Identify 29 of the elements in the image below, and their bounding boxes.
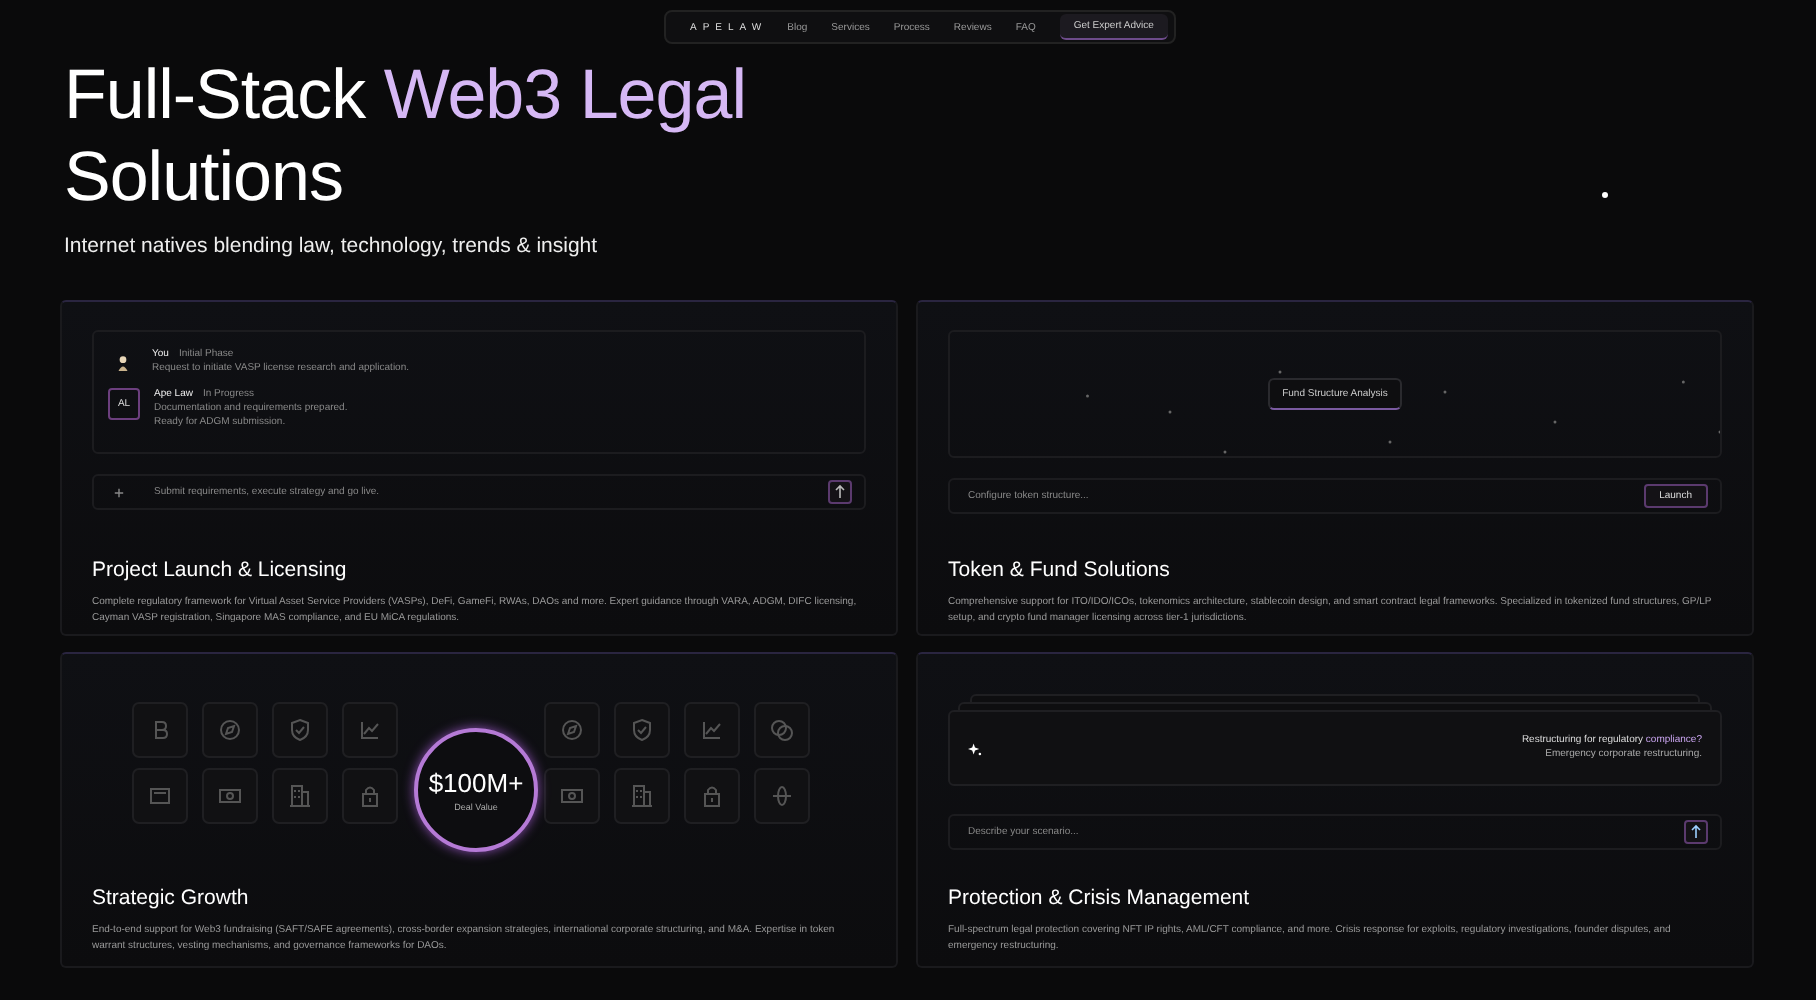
plus-icon[interactable] [112,485,126,499]
building-icon [614,768,670,824]
star-dot [1602,192,1608,198]
card-title: Protection & Crisis Management [948,886,1252,910]
user-avatar-icon [114,352,132,374]
shield-check-icon [272,702,328,758]
compass-icon [544,702,600,758]
chart-icon [684,702,740,758]
shield-check-icon [614,702,670,758]
hero-title: Full-Stack Web3 Legal Solutions [64,54,746,218]
building-icon [272,768,328,824]
bitcoin-icon [132,702,188,758]
card-title: Project Launch & Licensing [92,558,349,582]
lock-icon [684,768,740,824]
send-button[interactable] [1684,820,1708,844]
compass-icon [202,702,258,758]
deal-value: $100M+ [428,768,524,798]
coins-icon [754,702,810,758]
banknote-icon [202,768,258,824]
send-button[interactable] [828,480,852,504]
card-icon [132,768,188,824]
card-title: Strategic Growth [92,886,251,910]
sparkle-icon [968,741,982,755]
lock-icon [342,768,398,824]
globe-icon [754,768,810,824]
banknote-icon [544,768,600,824]
hero-subtitle: Internet natives blending law, technology, trends & insight [64,234,600,258]
chart-icon [342,702,398,758]
card-title: Token & Fund Solutions [948,558,1172,582]
